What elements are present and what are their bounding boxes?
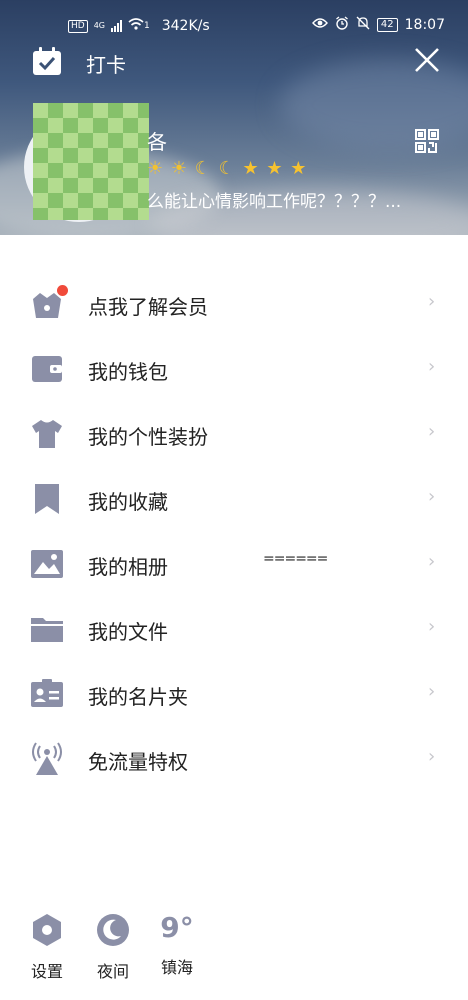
bottom-bar: 设置 夜间 9° 镇海 [0,911,468,1000]
star-icon: ★ [290,158,308,179]
avatar-mosaic [33,103,149,220]
sun-icon: ☀ [170,158,189,179]
chevron-right-icon: › [428,421,436,442]
menu-item-label: 我的个性装扮 [88,425,208,449]
moon-icon [97,914,129,946]
signal-tower-icon [30,742,64,776]
chevron-right-icon: › [428,356,436,377]
mute-bell-icon [356,16,370,34]
contact-card-icon [30,677,64,711]
menu-item-card-holder[interactable]: 我的名片夹 › [0,665,468,729]
notification-dot [57,285,68,296]
chevron-right-icon: › [428,486,436,507]
close-icon[interactable] [414,47,440,73]
chevron-right-icon: › [428,291,436,312]
moon-icon: ☾ [194,158,212,179]
chevron-right-icon: › [428,681,436,702]
menu-item-label: 我的钱包 [88,360,168,384]
chevron-right-icon: › [428,746,436,767]
weather-button[interactable]: 9° 镇海 [151,908,203,978]
menu-item-label: 我的收藏 [88,490,168,514]
chevron-right-icon: › [428,551,436,572]
menu-item-free-data[interactable]: 免流量特权 › [0,730,468,794]
menu-item-wallet[interactable]: 我的钱包 › [0,340,468,404]
settings-label: 设置 [30,962,63,981]
network-type: 4G [93,21,105,30]
status-bar: HD 4G 1 342K/s 42 18:07 [0,0,468,52]
weather-temperature: 9° [160,911,194,944]
sun-icon: ☀ [147,158,165,179]
hd-badge: HD [68,19,88,33]
signal-bars-icon [111,20,122,32]
network-speed: 342K/s [161,18,210,34]
star-icon: ★ [266,158,284,179]
star-icon: ★ [242,158,260,179]
menu-item-label: 我的文件 [88,620,168,644]
menu-item-label: 我的名片夹 [88,685,188,709]
settings-hexagon-icon [33,914,61,946]
tshirt-icon [30,417,64,451]
folder-icon [30,612,64,646]
settings-button[interactable]: 设置 [21,912,73,982]
battery-icon: 42 [376,18,398,32]
alarm-icon [335,16,349,34]
chevron-right-icon: › [428,616,436,637]
menu-item-label: 免流量特权 [88,750,188,774]
weather-city: 镇海 [160,958,193,977]
menu-item-files[interactable]: 我的文件 › [0,600,468,664]
menu-item-vip[interactable]: 点我了解会员 › [0,275,468,339]
bookmark-icon [30,482,64,516]
level-badges[interactable]: ☀ ☀ ☾ ☾ ★ ★ ★ [147,158,307,179]
signature-text[interactable]: 么能让心情影响工作呢？？？？... [147,187,401,212]
menu-item-favorites[interactable]: 我的收藏 › [0,470,468,534]
profile-header: HD 4G 1 342K/s 42 18:07 打卡 各 ☀ ☀ ☾ ☾ ★ ★… [0,0,468,235]
calendar-check-icon[interactable] [31,46,63,76]
photo-icon [30,547,64,581]
qr-code-icon[interactable] [414,128,440,154]
clock: 18:07 [404,17,445,33]
nickname[interactable]: 各 [147,126,167,155]
menu-item-personalization[interactable]: 我的个性装扮 › [0,405,468,469]
night-label: 夜间 [96,962,129,981]
checkin-label[interactable]: 打卡 [86,49,126,78]
menu-item-label: 我的相册 [88,555,168,579]
overlay-text: ====== [263,551,328,567]
menu-item-album[interactable]: 我的相册 › [0,535,468,599]
night-mode-button[interactable]: 夜间 [87,912,139,982]
menu-item-label: 点我了解会员 [88,295,208,319]
wallet-icon [30,352,64,386]
wifi-icon [128,17,144,35]
wifi-sub: 1 [144,21,150,31]
moon-icon: ☾ [218,158,236,179]
eye-icon [311,17,328,33]
